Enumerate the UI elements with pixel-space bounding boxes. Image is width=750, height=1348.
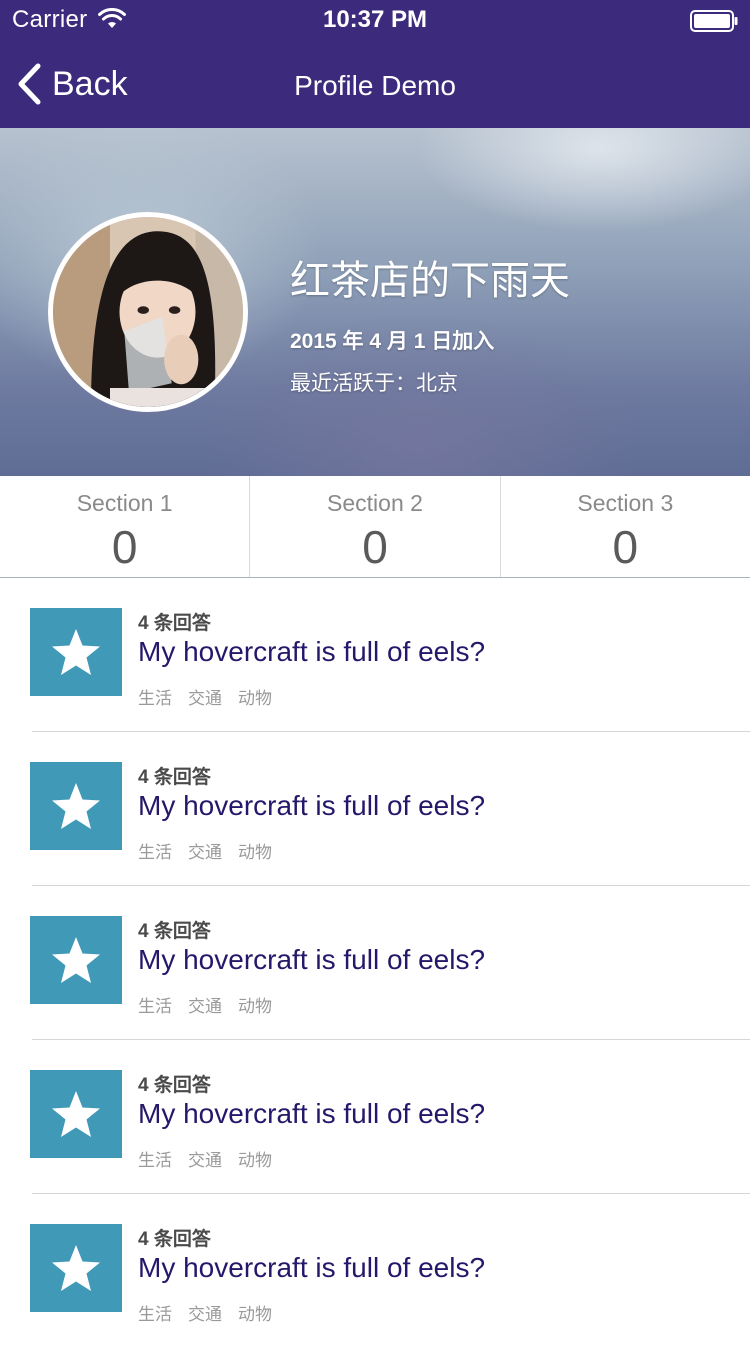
question-list: 4 条回答 My hovercraft is full of eels? 生活 … [0,578,750,1348]
tag-list: 生活 交通 动物 [138,1146,272,1171]
list-item[interactable]: 4 条回答 My hovercraft is full of eels? 生活 … [0,1194,750,1348]
battery-icon [690,10,738,32]
section-count: 0 [362,521,388,573]
navigation-bar: Back Profile Demo [0,40,750,128]
question-title[interactable]: My hovercraft is full of eels? [138,1098,485,1130]
section-label: Section 2 [327,490,423,516]
profile-header: 红茶店的下雨天 2015 年 4 月 1 日加入 最近活跃于：北京 [0,128,750,476]
tag-list: 生活 交通 动物 [138,838,272,863]
section-count: 0 [111,521,138,573]
tag[interactable]: 生活 [138,1146,172,1171]
status-time: 10:37 PM [322,6,428,33]
tag[interactable]: 动物 [238,838,272,863]
list-item[interactable]: 4 条回答 My hovercraft is full of eels? 生活 … [0,732,750,886]
star-icon [30,1224,122,1312]
avatar[interactable] [48,212,248,412]
tag[interactable]: 动物 [238,1146,272,1171]
question-title[interactable]: My hovercraft is full of eels? [138,790,485,822]
tag-list: 生活 交通 动物 [138,992,272,1017]
tag[interactable]: 生活 [138,992,172,1017]
section-3-tab[interactable]: Section 3 0 [499,476,750,577]
list-item[interactable]: 4 条回答 My hovercraft is full of eels? 生活 … [0,1040,750,1194]
star-icon [30,916,122,1004]
section-2-tab[interactable]: Section 2 0 [249,476,499,577]
tag[interactable]: 动物 [238,992,272,1017]
list-item[interactable]: 4 条回答 My hovercraft is full of eels? 生活 … [0,886,750,1040]
section-label: Section 3 [577,490,674,516]
status-bar: Carrier 10:37 PM [0,0,750,40]
answer-count: 4 条回答 [138,1229,211,1250]
tag[interactable]: 交通 [188,684,222,709]
star-icon [30,608,122,696]
tag[interactable]: 交通 [188,1146,222,1171]
answer-count: 4 条回答 [138,921,211,942]
tag-list: 生活 交通 动物 [138,684,272,709]
tag[interactable]: 交通 [188,838,222,863]
tag[interactable]: 生活 [138,684,172,709]
section-label: Section 1 [76,490,173,516]
tag[interactable]: 生活 [138,1300,172,1325]
tag[interactable]: 动物 [238,684,272,709]
page-title: Profile Demo [294,70,456,101]
answer-count: 4 条回答 [138,1075,211,1096]
list-item[interactable]: 4 条回答 My hovercraft is full of eels? 生活 … [0,578,750,732]
tag[interactable]: 动物 [238,1300,272,1325]
section-1-tab[interactable]: Section 1 0 [0,476,249,577]
star-icon [30,762,122,850]
tag[interactable]: 交通 [188,992,222,1017]
profile-name: 红茶店的下雨天 [290,259,570,303]
question-title[interactable]: My hovercraft is full of eels? [138,636,485,668]
section-tabs: Section 1 0 Section 2 0 Section 3 0 [0,476,750,578]
tag-list: 生活 交通 动物 [138,1300,272,1325]
top-bar: Carrier 10:37 PM Back Profile Demo [0,0,750,128]
answer-count: 4 条回答 [138,767,211,788]
star-icon [30,1070,122,1158]
question-title[interactable]: My hovercraft is full of eels? [138,1252,485,1284]
tag[interactable]: 生活 [138,838,172,863]
question-title[interactable]: My hovercraft is full of eels? [138,944,485,976]
section-count: 0 [612,521,639,573]
profile-joined-date: 2015 年 4 月 1 日加入 [290,330,495,353]
tag[interactable]: 交通 [188,1300,222,1325]
profile-last-active: 最近活跃于：北京 [290,372,458,395]
answer-count: 4 条回答 [138,613,211,634]
